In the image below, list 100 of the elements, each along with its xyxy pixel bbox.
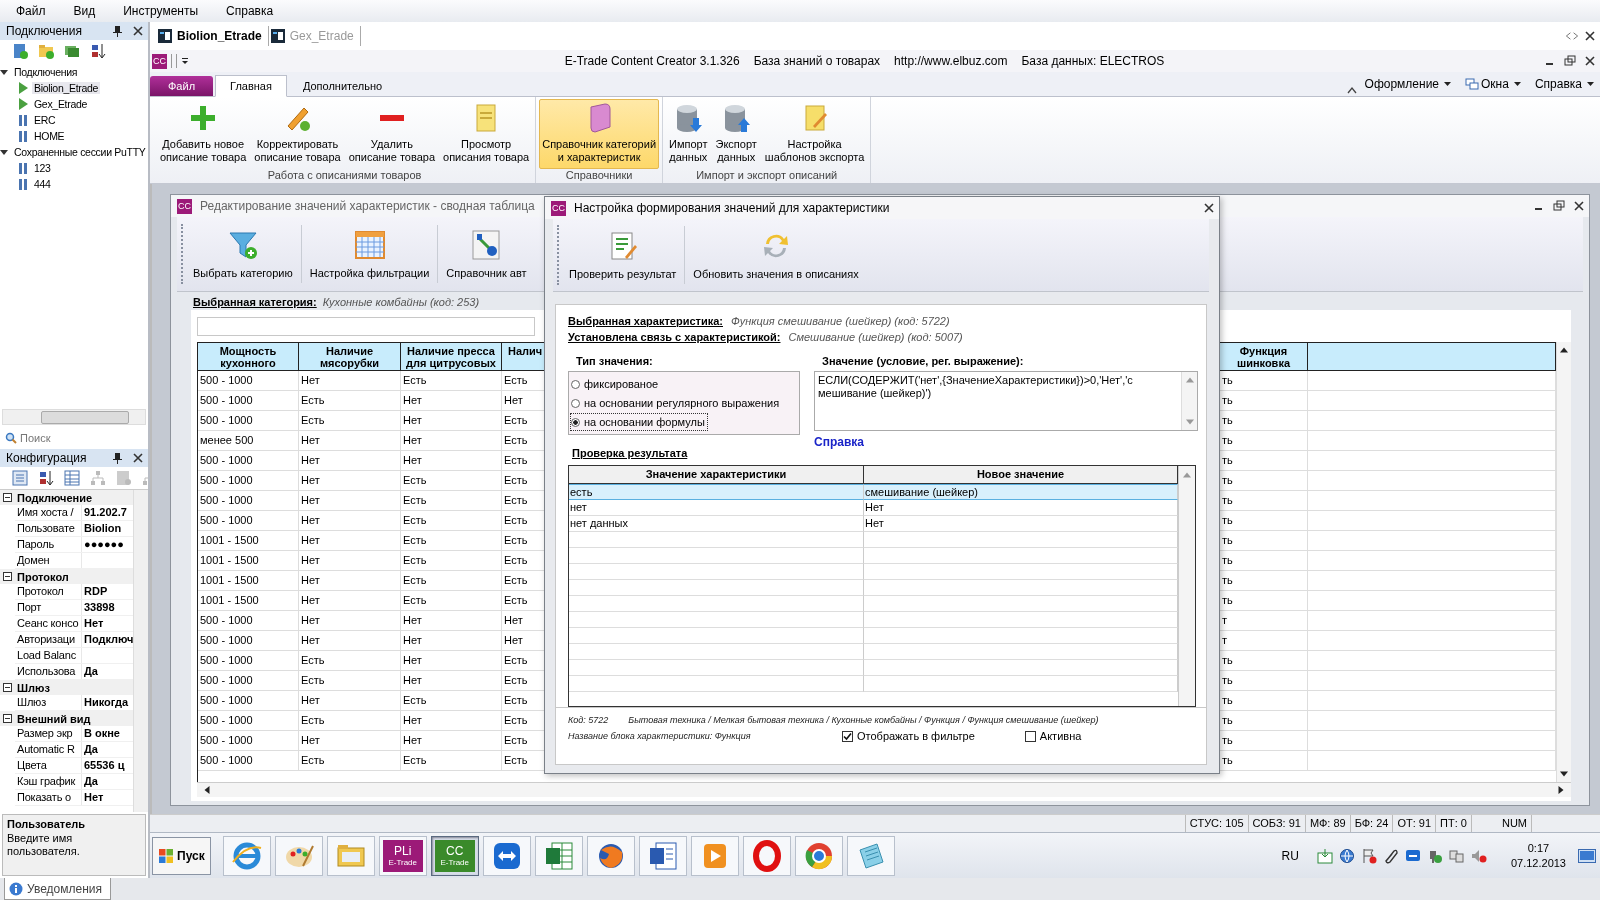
taskbar-button[interactable] [638, 835, 687, 876]
close-icon[interactable] [1203, 202, 1215, 214]
filter-field[interactable] [197, 317, 535, 336]
tree-item[interactable]: HOME [32, 130, 67, 142]
table-cell[interactable] [864, 676, 1178, 692]
scrollbar[interactable] [197, 782, 1571, 797]
taskbar-button[interactable] [222, 835, 271, 876]
property-value[interactable]: Никогда [82, 695, 133, 710]
table-cell[interactable] [569, 596, 864, 612]
radio-button[interactable]: фиксированое [571, 376, 661, 392]
ribbon-tab[interactable]: Дополнительно [288, 76, 397, 96]
table-cell[interactable] [569, 548, 864, 564]
taskbar-button[interactable] [534, 835, 583, 876]
table-cell[interactable] [864, 628, 1178, 644]
help-link[interactable]: Справка [814, 435, 864, 449]
network-icon[interactable] [1448, 847, 1465, 864]
taskbar-button[interactable] [586, 835, 635, 876]
tree-item[interactable]: ERC [32, 114, 58, 126]
close-icon[interactable] [1573, 200, 1585, 212]
menu-button[interactable]: Окна [1465, 77, 1521, 91]
table-cell[interactable] [569, 676, 864, 692]
table-cell[interactable]: Нет [864, 500, 1178, 516]
notifications-tab[interactable]: Уведомления [4, 878, 112, 900]
toolbar-button[interactable]: Справочник авт [442, 229, 531, 279]
ribbon-button[interactable]: Импорт данных [666, 99, 711, 169]
property-value[interactable]: 91.202.7 [82, 505, 133, 520]
table-cell[interactable]: нет данных [569, 516, 864, 532]
toolbar-button[interactable]: Проверить результат [565, 230, 681, 280]
table-cell[interactable] [569, 644, 864, 660]
folder-icon[interactable] [38, 43, 54, 59]
taskbar-button[interactable] [846, 835, 895, 876]
table-cell[interactable] [864, 548, 1178, 564]
tab-left-icon[interactable] [1564, 32, 1572, 40]
close-icon[interactable] [1584, 55, 1596, 67]
tree-item[interactable]: Подключения [12, 66, 80, 78]
property-value[interactable]: Подключ [82, 632, 133, 647]
tree-item[interactable]: 444 [32, 178, 53, 190]
close-icon[interactable] [132, 452, 144, 464]
table-cell[interactable] [864, 612, 1178, 628]
scrollbar[interactable] [1178, 466, 1195, 706]
sort-icon[interactable] [38, 470, 54, 486]
flag-icon[interactable] [1360, 847, 1377, 864]
windows-icon[interactable] [64, 43, 80, 59]
checkbox[interactable]: Отображать в фильтре [842, 730, 975, 742]
table-cell[interactable] [864, 564, 1178, 580]
menu-item[interactable]: Файл [8, 2, 54, 20]
menu-item[interactable]: Вид [65, 2, 104, 20]
toolbar-button[interactable]: Настройка фильтрации [305, 229, 434, 279]
column-header[interactable]: Значение характеристики [569, 466, 864, 484]
restore-icon[interactable] [1564, 55, 1576, 67]
close-icon[interactable] [132, 25, 144, 37]
tree-item[interactable]: Biolion_Etrade [32, 82, 101, 94]
expander-icon[interactable] [0, 68, 8, 76]
column-header[interactable]: Наличие мясорубки [299, 342, 401, 371]
table-cell[interactable]: Нет [864, 516, 1178, 532]
mail-icon[interactable] [1316, 847, 1333, 864]
pin-icon[interactable] [112, 452, 122, 464]
close-icon[interactable] [1584, 30, 1596, 42]
ribbon-button[interactable]: Просмотр описания товара [440, 99, 533, 169]
table-cell[interactable] [569, 660, 864, 676]
pin-icon[interactable] [112, 25, 122, 37]
column-header[interactable]: Мощность кухонного [198, 342, 299, 371]
expander-icon[interactable] [3, 572, 12, 581]
expander-icon[interactable] [0, 148, 8, 156]
taskbar-button[interactable] [794, 835, 843, 876]
ribbon-button[interactable]: Корректировать описание товара [251, 99, 344, 169]
scrollbar[interactable] [2, 409, 146, 425]
scrollbar[interactable] [133, 490, 148, 812]
toolbar-button[interactable]: Обновить значения в описаниях [689, 230, 863, 280]
start-button[interactable]: Пуск [152, 836, 211, 875]
table-cell[interactable]: есть [569, 484, 864, 500]
table-cell[interactable]: смешивание (шейкер) [864, 484, 1178, 500]
new-connection-icon[interactable] [12, 43, 28, 59]
ribbon-button[interactable]: Настройка шаблонов экспорта [761, 99, 868, 169]
property-value[interactable]: 33898 [82, 600, 133, 615]
table-cell[interactable]: нет [569, 500, 864, 516]
expander-icon[interactable] [3, 683, 12, 692]
ribbon-tab[interactable]: Файл [150, 76, 214, 96]
column-header[interactable] [1308, 342, 1556, 371]
search-field[interactable]: Поиск [20, 432, 140, 444]
expander-icon[interactable] [3, 714, 12, 723]
paperclip-icon[interactable] [1382, 847, 1399, 864]
taskbar-button[interactable] [274, 835, 323, 876]
taskbar-button[interactable]: CC E-Trade [430, 835, 479, 876]
document-tab[interactable]: Biolion_Etrade [156, 26, 269, 46]
property-value[interactable]: ●●●●●● [82, 537, 133, 552]
ribbon-button[interactable]: Добавить новое описание товара [157, 99, 250, 169]
taskbar-button[interactable] [482, 835, 531, 876]
property-value[interactable]: Biolion [82, 521, 133, 536]
tree-item[interactable]: Сохраненные сессии PuTTY [12, 146, 148, 158]
column-header[interactable]: Новое значение [864, 466, 1178, 484]
expander-icon[interactable] [3, 493, 12, 502]
menu-button[interactable]: Оформление [1364, 77, 1452, 91]
restore-icon[interactable] [1553, 200, 1565, 212]
ribbon-button[interactable]: Справочник категорий и характеристик [539, 99, 660, 169]
property-value[interactable]: 65536 ц [82, 758, 133, 773]
taskbar-button[interactable]: PLi E-Trade [378, 835, 427, 876]
table-cell[interactable] [864, 644, 1178, 660]
table-cell[interactable] [569, 628, 864, 644]
sort-icon[interactable] [90, 43, 106, 59]
